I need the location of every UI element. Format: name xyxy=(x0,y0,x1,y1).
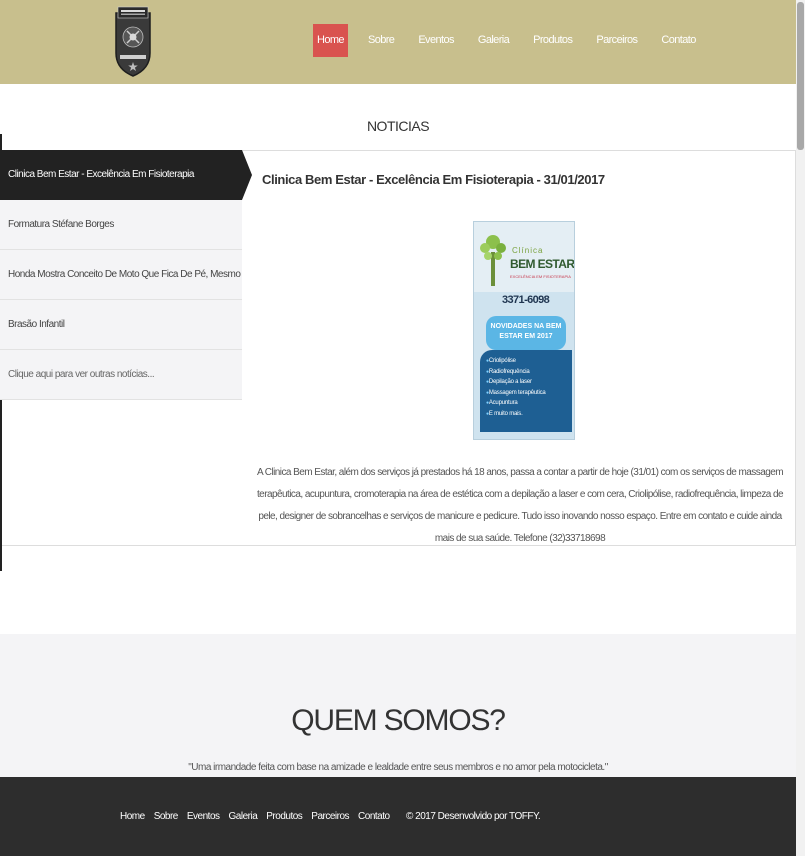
footer-link-sobre[interactable]: Sobre xyxy=(154,811,179,822)
footer-link-contato[interactable]: Contato xyxy=(358,811,390,822)
nav-eventos[interactable]: Eventos xyxy=(414,24,458,57)
club-emblem-icon[interactable] xyxy=(114,5,152,77)
scrollbar-thumb[interactable] xyxy=(797,2,804,150)
news-list: Clinica Bem Estar - Excelência Em Fisiot… xyxy=(0,150,252,400)
nav-produtos[interactable]: Produtos xyxy=(529,24,576,57)
flyer-service: Depilação a laser xyxy=(486,377,546,388)
quem-somos-section: QUEM SOMOS? "Uma irmandade feita com bas… xyxy=(0,634,796,777)
flyer-services-panel: Criolipólise Radiofrequência Depilação a… xyxy=(480,350,572,432)
nav-home[interactable]: Home xyxy=(313,24,348,57)
footer-link-home[interactable]: Home xyxy=(120,811,145,822)
nav-sobre[interactable]: Sobre xyxy=(364,24,398,57)
flyer-phone: 3371-6098 xyxy=(502,294,550,306)
news-item-honda[interactable]: Honda Mostra Conceito De Moto Que Fica D… xyxy=(0,250,242,300)
flyer-service: Acupuntura xyxy=(486,398,546,409)
flyer-service: E muito mais. xyxy=(486,409,546,420)
footer-link-parceiros[interactable]: Parceiros xyxy=(311,811,349,822)
noticias-title: NOTICIAS xyxy=(366,118,430,134)
nav-contato[interactable]: Contato xyxy=(657,24,699,57)
main-nav: Home Sobre Eventos Galeria Produtos Parc… xyxy=(313,24,716,57)
page-scrollbar[interactable] xyxy=(796,0,805,856)
quem-somos-quote: "Uma irmandade feita com base na amizade… xyxy=(188,762,608,773)
flyer-service: Massagem terapêutica xyxy=(486,388,546,399)
footer-link-galeria[interactable]: Galeria xyxy=(229,811,258,822)
article-title: Clinica Bem Estar - Excelência Em Fisiot… xyxy=(262,172,605,187)
nav-parceiros[interactable]: Parceiros xyxy=(592,24,641,57)
more-news-link[interactable]: Clique aqui para ver outras notícias... xyxy=(0,350,242,400)
news-item-formatura[interactable]: Formatura Stéfane Borges xyxy=(0,200,242,250)
site-footer: Home Sobre Eventos Galeria Produtos Parc… xyxy=(0,777,796,856)
article-body: A Clinica Bem Estar, além dos serviços j… xyxy=(256,467,784,544)
footer-link-produtos[interactable]: Produtos xyxy=(266,811,303,822)
flyer-service: Radiofrequência xyxy=(486,367,546,378)
footer-link-eventos[interactable]: Eventos xyxy=(187,811,220,822)
nav-galeria[interactable]: Galeria xyxy=(474,24,513,57)
flyer-badge: NOVIDADES NA BEM ESTAR EM 2017 xyxy=(486,316,566,350)
footer-nav: Home Sobre Eventos Galeria Produtos Parc… xyxy=(120,811,399,822)
article-image: Clínica BEM ESTAR EXCELÊNCIA EM FISIOTER… xyxy=(473,221,575,440)
flyer-services: Criolipólise Radiofrequência Depilação a… xyxy=(486,356,546,419)
tree-icon xyxy=(480,235,506,286)
flyer-brand-small: Clínica xyxy=(512,246,544,255)
flyer-brand: BEM ESTAR xyxy=(510,257,575,271)
flyer-tagline: EXCELÊNCIA EM FISIOTERAPIA xyxy=(510,274,571,279)
news-item-brasao[interactable]: Brasão Infantil xyxy=(0,300,242,350)
site-header: Home Sobre Eventos Galeria Produtos Parc… xyxy=(0,0,796,84)
news-item-clinica[interactable]: Clinica Bem Estar - Excelência Em Fisiot… xyxy=(0,150,252,200)
copyright: © 2017 Desenvolvido por TOFFY. xyxy=(406,811,541,822)
quem-somos-title: QUEM SOMOS? xyxy=(291,704,506,737)
flyer-service: Criolipólise xyxy=(486,356,546,367)
